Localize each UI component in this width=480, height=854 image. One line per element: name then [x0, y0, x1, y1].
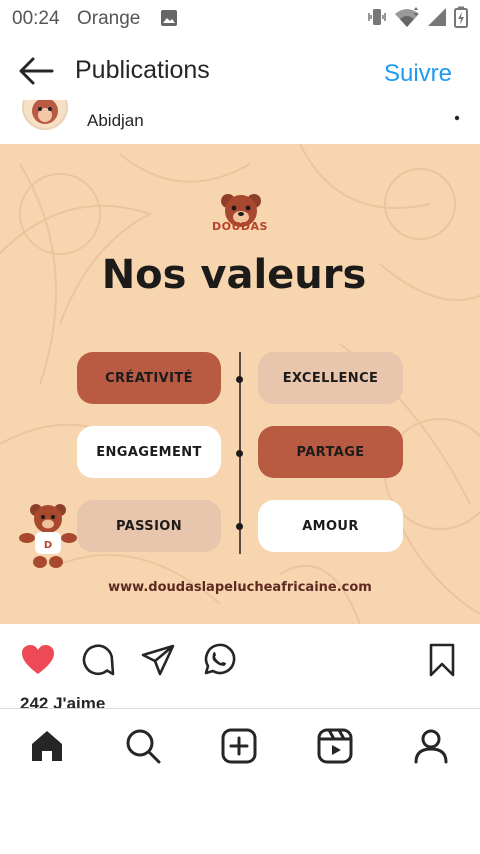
status-carrier: Orange: [77, 8, 141, 29]
value-pill-right: PARTAGE: [258, 426, 403, 478]
post-image[interactable]: DOUDAS Nos valeurs CRÉATIVITÉ ENGAGEMENT…: [0, 144, 480, 624]
comment-button[interactable]: [80, 642, 116, 678]
wifi-icon: [394, 6, 420, 33]
bear-logo-icon: [32, 100, 58, 124]
bottom-navigation: [0, 709, 480, 783]
share-button[interactable]: [140, 642, 176, 678]
vibrate-icon: [366, 6, 388, 33]
post-location[interactable]: Abidjan: [87, 111, 144, 131]
signal-icon: [426, 6, 448, 33]
value-pill-right: EXCELLENCE: [258, 352, 403, 404]
status-bar: 00:24 Orange: [0, 0, 480, 36]
follow-button[interactable]: Suivre: [384, 60, 452, 88]
likes-count[interactable]: 242 J'aime: [20, 696, 320, 708]
divider-dot: [236, 376, 243, 383]
image-headline: Nos valeurs: [101, 252, 367, 298]
blank-area: [0, 783, 480, 854]
reels-icon: [317, 728, 353, 764]
value-pill-left: PASSION: [77, 500, 221, 552]
search-icon: [126, 729, 161, 764]
value-pill-left: ENGAGEMENT: [77, 426, 221, 478]
value-pill-right: AMOUR: [258, 500, 403, 552]
doudas-bear-logo-icon: [221, 194, 261, 227]
back-button[interactable]: [18, 56, 54, 86]
create-icon: [221, 728, 257, 764]
bookmark-icon: [429, 643, 455, 677]
brand-name: DOUDAS: [212, 220, 268, 233]
nav-reels[interactable]: [316, 727, 354, 765]
status-time: 00:24: [12, 8, 60, 29]
value-pill-left: CRÉATIVITÉ: [77, 352, 221, 404]
nav-search[interactable]: [124, 727, 162, 765]
heart-icon: [22, 645, 54, 674]
send-icon: [141, 644, 175, 676]
svg-text:D: D: [44, 540, 52, 551]
battery-icon: [454, 6, 468, 33]
more-icon: [454, 115, 460, 121]
image-notification-icon: [160, 9, 178, 32]
home-icon: [32, 731, 62, 761]
app-header: Publications Suivre: [0, 36, 480, 106]
post-author-row: Abidjan: [0, 100, 480, 144]
avatar[interactable]: [22, 100, 68, 130]
whatsapp-icon: [204, 643, 236, 675]
profile-icon: [414, 729, 448, 764]
whatsapp-share-button[interactable]: [200, 642, 236, 678]
divider-dot: [236, 523, 243, 530]
save-button[interactable]: [424, 642, 460, 678]
nav-create[interactable]: [220, 727, 258, 765]
post-actions: [0, 624, 480, 696]
website-url: www.doudaslapelucheafricaine.com: [108, 580, 372, 595]
like-button[interactable]: [20, 642, 56, 678]
nav-profile[interactable]: [412, 727, 450, 765]
page-title: Publications: [75, 56, 210, 84]
divider-dot: [236, 450, 243, 457]
likes-count-text: 242 J'aime: [20, 696, 106, 708]
more-options-button[interactable]: [452, 108, 462, 128]
arrow-left-icon: [19, 57, 54, 85]
comment-icon: [82, 644, 115, 676]
nav-home[interactable]: [28, 727, 66, 765]
teddy-bear-mascot-icon: D: [19, 504, 77, 568]
